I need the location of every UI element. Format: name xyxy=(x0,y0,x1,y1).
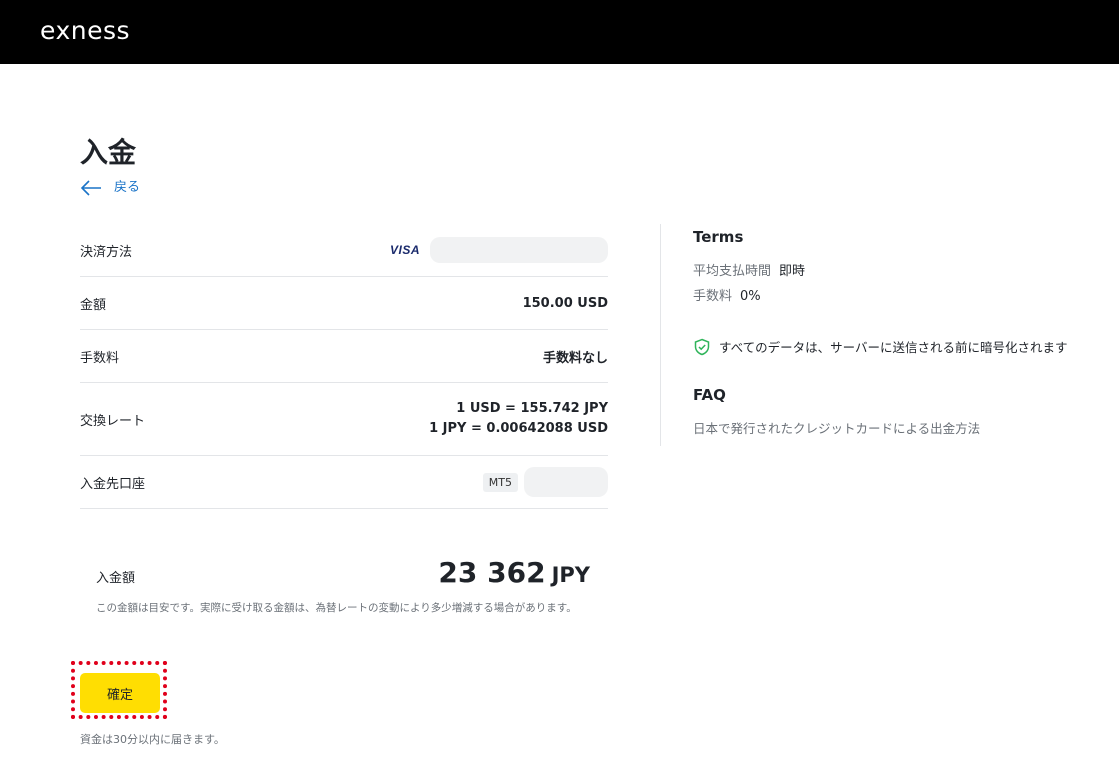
deposit-summary: 入金額 23 362 JPY この金額は目安です。実際に受け取る金額は、為替レート… xyxy=(96,556,590,615)
fee-label: 手数料 xyxy=(80,350,120,366)
column-divider xyxy=(660,224,661,446)
arrow-left-icon xyxy=(80,180,101,196)
avg-time-line: 平均支払時間 即時 xyxy=(693,262,1093,282)
fee-value: 手数料なし xyxy=(542,350,608,366)
account-number-blurred xyxy=(524,467,608,497)
payment-method-value: VISA xyxy=(390,237,608,263)
payment-details: 決済方法 VISA 金額 150.00 USD 手数料 手数料なし 交換レート … xyxy=(80,224,608,509)
payment-method-label: 決済方法 xyxy=(80,244,133,260)
terms-fee-value: 0% xyxy=(740,289,761,304)
back-label: 戻る xyxy=(114,180,141,195)
deposit-amount: 23 362 JPY xyxy=(438,556,590,589)
account-value: MT5 xyxy=(482,467,608,497)
avg-time-value: 即時 xyxy=(779,264,806,279)
row-account: 入金先口座 MT5 xyxy=(80,456,608,509)
exchange-rate-value: 1 USD = 155.742 JPY 1 JPY = 0.00642088 U… xyxy=(429,399,608,439)
deposit-amount-currency: JPY xyxy=(551,563,590,587)
row-exchange-rate: 交換レート 1 USD = 155.742 JPY 1 JPY = 0.0064… xyxy=(80,383,608,456)
deposit-amount-label: 入金額 xyxy=(96,571,136,586)
security-note: すべてのデータは、サーバーに送信される前に暗号化されます xyxy=(693,337,1093,356)
exchange-rate-line-1: 1 USD = 155.742 JPY xyxy=(456,401,608,416)
page-title: 入金 xyxy=(80,136,137,169)
faq-title: FAQ xyxy=(693,386,726,404)
back-link[interactable]: 戻る xyxy=(80,178,140,198)
avg-time-label: 平均支払時間 xyxy=(693,264,772,279)
row-fee: 手数料 手数料なし xyxy=(80,330,608,383)
shield-check-icon xyxy=(694,338,710,355)
terms-panel: Terms 平均支払時間 即時 手数料 0% すべてのデータは、サーバーに送信される… xyxy=(693,226,1093,437)
faq-link[interactable]: 日本で発行されたクレジットカードによる出金方法 xyxy=(693,418,1093,437)
exchange-rate-line-2: 1 JPY = 0.00642088 USD xyxy=(429,421,608,436)
terms-title: Terms xyxy=(693,228,744,246)
amount-value: 150.00 USD xyxy=(522,295,608,311)
terms-fee-line: 手数料 0% xyxy=(693,287,1093,307)
confirm-button[interactable]: 確定 xyxy=(80,673,160,713)
card-number-blurred xyxy=(430,237,608,263)
terms-fee-label: 手数料 xyxy=(693,289,733,304)
visa-logo: VISA xyxy=(389,243,420,257)
arrival-note: 資金は30分以内に届きます。 xyxy=(80,733,225,746)
row-amount: 金額 150.00 USD xyxy=(80,277,608,330)
platform-badge: MT5 xyxy=(482,472,518,492)
row-payment-method: 決済方法 VISA xyxy=(80,224,608,277)
top-bar: exness xyxy=(0,0,1119,64)
security-text: すべてのデータは、サーバーに送信される前に暗号化されます xyxy=(719,340,1068,355)
deposit-disclaimer: この金額は目安です。実際に受け取る金額は、為替レートの変動により多少増減する場合… xyxy=(96,602,577,614)
exchange-rate-label: 交換レート xyxy=(80,413,146,429)
amount-label: 金額 xyxy=(80,297,107,313)
exness-logo[interactable]: exness xyxy=(40,16,130,46)
deposit-line: 入金額 23 362 JPY xyxy=(96,556,590,589)
deposit-amount-number: 23 362 xyxy=(438,556,546,589)
account-label: 入金先口座 xyxy=(80,476,146,492)
